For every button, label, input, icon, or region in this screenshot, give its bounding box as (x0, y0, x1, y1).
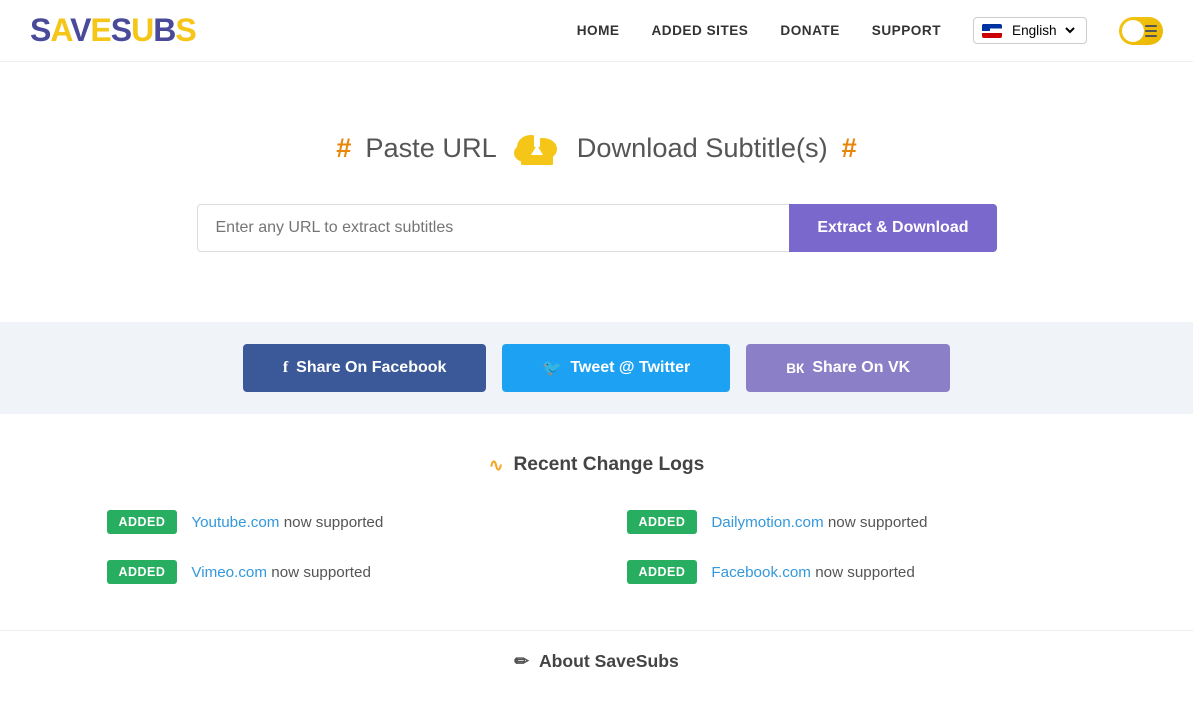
url-row: Extract & Download (197, 204, 997, 252)
added-badge: ADDED (107, 510, 178, 534)
facebook-icon: f (283, 359, 288, 377)
flag-icon (982, 24, 1002, 38)
log-suffix: now supported (271, 564, 371, 581)
log-item-dailymotion: ADDED Dailymotion.com now supported (627, 504, 1087, 540)
log-suffix: now supported (284, 514, 384, 531)
added-badge: ADDED (627, 560, 698, 584)
log-suffix: now supported (815, 564, 915, 581)
nav-donate[interactable]: DONATE (780, 23, 839, 38)
share-twitter-button[interactable]: 🐦 Tweet @ Twitter (502, 344, 730, 392)
about-title-text: About SaveSubs (539, 651, 679, 672)
site-header: SAVESUBS HOME ADDED SITES DONATE SUPPORT… (0, 0, 1193, 62)
hash-right: # (842, 132, 857, 164)
share-bar: f Share On Facebook 🐦 Tweet @ Twitter ВК… (0, 322, 1193, 414)
log-item-vimeo: ADDED Vimeo.com now supported (107, 554, 567, 590)
hero-title: # Paste URL Download Subtitle(s) # (20, 122, 1173, 174)
share-facebook-label: Share On Facebook (296, 359, 446, 377)
paste-url-text: Paste URL (365, 132, 496, 164)
twitter-icon: 🐦 (542, 358, 562, 378)
changelog-title: ∿ Recent Change Logs (107, 454, 1087, 476)
added-badge: ADDED (107, 560, 178, 584)
dailymotion-link[interactable]: Dailymotion.com (711, 514, 823, 531)
changelog-grid: ADDED Youtube.com now supported ADDED Da… (107, 504, 1087, 590)
youtube-link[interactable]: Youtube.com (191, 514, 279, 531)
log-text-facebook: Facebook.com now supported (711, 564, 914, 581)
log-text-youtube: Youtube.com now supported (191, 514, 383, 531)
language-selector[interactable]: English Spanish French (973, 17, 1087, 44)
wordpress-icon: ✏ (514, 651, 529, 672)
log-text-vimeo: Vimeo.com now supported (191, 564, 371, 581)
changelog-title-text: Recent Change Logs (513, 454, 704, 476)
hero-section: # Paste URL Download Subtitle(s) # Extra… (0, 62, 1193, 292)
added-badge: ADDED (627, 510, 698, 534)
log-suffix: now supported (828, 514, 928, 531)
extract-download-button[interactable]: Extract & Download (789, 204, 996, 252)
about-title: ✏ About SaveSubs (20, 651, 1173, 672)
share-facebook-button[interactable]: f Share On Facebook (243, 344, 487, 392)
log-item-youtube: ADDED Youtube.com now supported (107, 504, 567, 540)
log-item-facebook: ADDED Facebook.com now supported (627, 554, 1087, 590)
nav-support[interactable]: SUPPORT (872, 23, 941, 38)
share-vk-button[interactable]: ВК Share On VK (746, 344, 950, 392)
share-vk-label: Share On VK (812, 359, 910, 377)
download-subtitle-text: Download Subtitle(s) (577, 132, 828, 164)
url-input[interactable] (197, 204, 790, 252)
nav-added-sites[interactable]: ADDED SITES (651, 23, 748, 38)
nav-home[interactable]: HOME (577, 23, 620, 38)
site-logo[interactable]: SAVESUBS (30, 12, 196, 49)
log-text-dailymotion: Dailymotion.com now supported (711, 514, 927, 531)
changelog-section: ∿ Recent Change Logs ADDED Youtube.com n… (47, 414, 1147, 620)
share-twitter-label: Tweet @ Twitter (570, 359, 690, 377)
vk-icon: ВК (786, 361, 804, 376)
main-nav: HOME ADDED SITES DONATE SUPPORT English … (577, 17, 1163, 45)
hamburger-icon (1145, 25, 1157, 37)
cloud-download-icon (511, 122, 563, 174)
hash-left: # (336, 132, 351, 164)
vimeo-link[interactable]: Vimeo.com (191, 564, 267, 581)
language-dropdown[interactable]: English Spanish French (1008, 22, 1078, 39)
rss-icon: ∿ (489, 455, 504, 476)
facebook-site-link[interactable]: Facebook.com (711, 564, 811, 581)
about-section: ✏ About SaveSubs (0, 630, 1193, 712)
user-menu-button[interactable] (1119, 17, 1163, 45)
